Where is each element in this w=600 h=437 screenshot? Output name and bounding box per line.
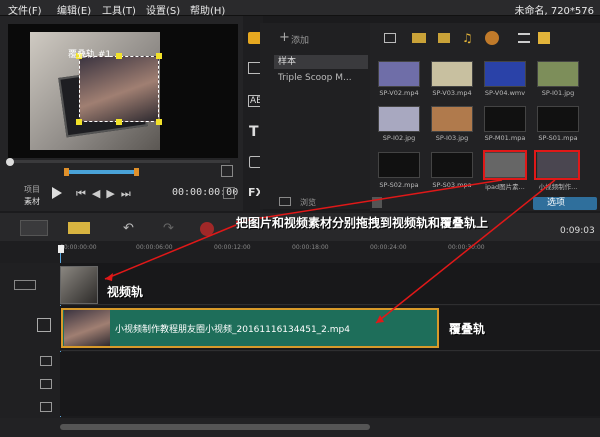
arrow-to-video-track: [104, 224, 237, 280]
arrowhead-icon: [376, 315, 384, 323]
instruction-annotation: 把图片和视频素材分别拖拽到视频轨和覆叠轨上: [236, 216, 489, 230]
arrow-to-overlay-track: [375, 179, 556, 324]
video-track-annotation: 视频轨: [107, 285, 144, 299]
arrowhead-icon: [105, 273, 113, 281]
overlay-track-annotation: 覆叠轨: [449, 322, 486, 336]
